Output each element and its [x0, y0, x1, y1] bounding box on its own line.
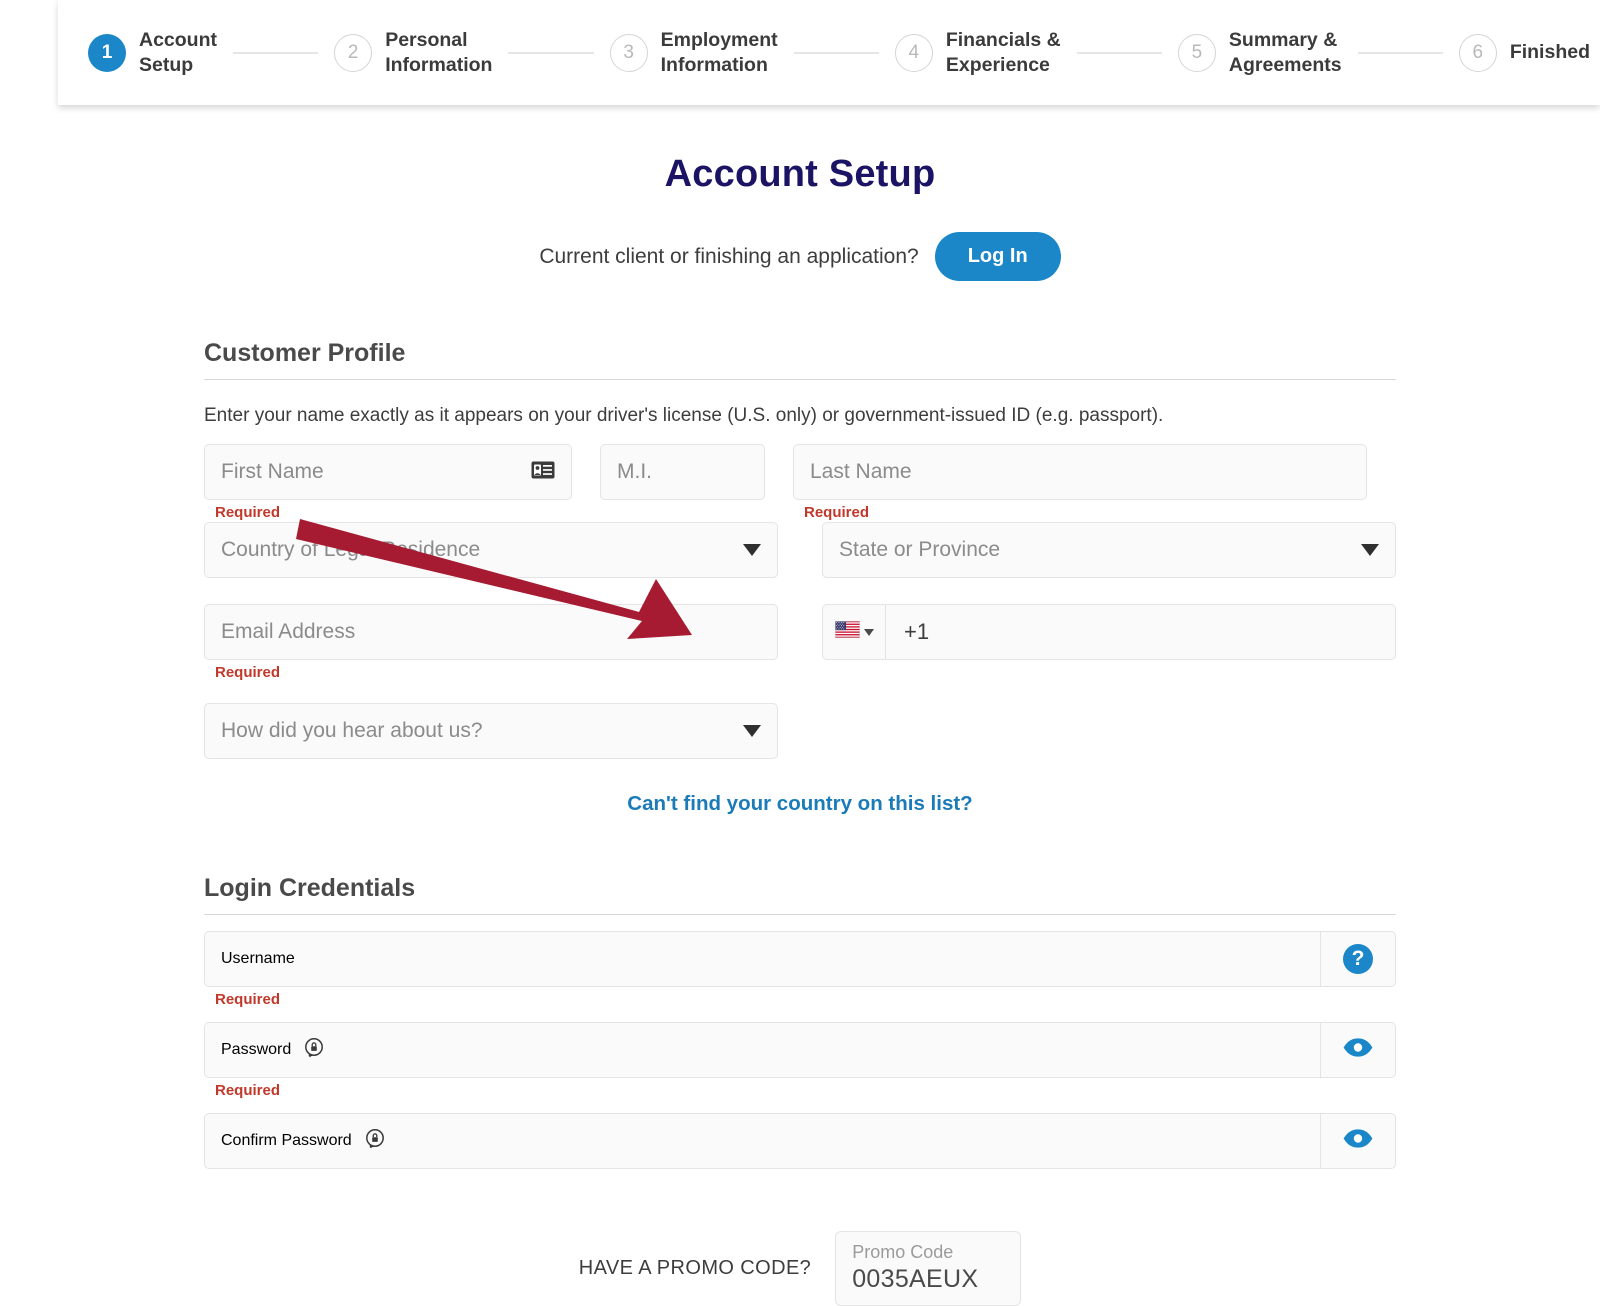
step-5-summary-agreements[interactable]: 5 Summary & Agreements	[1177, 28, 1342, 78]
step-2-personal-information[interactable]: 2 Personal Information	[334, 28, 492, 78]
name-row: First Name Required M.I. Last Name Requi…	[204, 444, 1396, 523]
log-in-button[interactable]: Log In	[934, 232, 1061, 281]
step-connector-1	[233, 51, 319, 54]
email-required-label: Required	[215, 664, 281, 681]
step-1-number: 1	[88, 33, 126, 72]
first-name-field[interactable]: First Name	[204, 444, 572, 500]
country-of-legal-residence-select[interactable]: Country of Legal Residence	[204, 522, 778, 578]
password-manager-icon[interactable]	[364, 1128, 386, 1155]
step-2-label: Personal Information	[385, 28, 493, 76]
promo-code-label[interactable]: HAVE A PROMO CODE?	[579, 1257, 811, 1280]
referral-row: How did you hear about us?	[204, 703, 1396, 759]
chevron-down-icon	[1361, 544, 1379, 556]
password-field[interactable]: Password	[204, 1022, 1320, 1078]
username-required-label: Required	[215, 991, 281, 1008]
password-row: Password	[204, 1022, 1396, 1078]
step-3-label: Employment Information	[660, 28, 778, 76]
chevron-down-icon	[743, 725, 761, 737]
residence-row: Country of Legal Residence State or Prov…	[204, 522, 1396, 578]
promo-code-value: 0035AEUX	[852, 1265, 979, 1293]
progress-stepper: 1 Account Setup 2 Personal Information 3…	[58, 0, 1600, 105]
first-name-required-label: Required	[215, 504, 281, 521]
last-name-placeholder: Last Name	[810, 460, 912, 483]
phone-number-field[interactable]: +1	[885, 604, 1396, 660]
login-credentials-heading: Login Credentials	[204, 874, 1396, 915]
login-prompt-text: Current client or finishing an applicati…	[539, 244, 919, 268]
customer-profile-helper-text: Enter your name exactly as it appears on…	[204, 405, 1164, 426]
chevron-down-icon	[863, 628, 874, 636]
country-code-select[interactable]	[822, 604, 885, 660]
how-did-you-hear-select[interactable]: How did you hear about us?	[204, 703, 778, 759]
step-3-employment-information[interactable]: 3 Employment Information	[609, 28, 778, 78]
username-field[interactable]: Username	[204, 931, 1320, 987]
step-connector-4	[1076, 51, 1162, 54]
promo-code-caption: Promo Code	[852, 1242, 954, 1262]
id-card-icon[interactable]	[531, 461, 555, 484]
email-placeholder: Email Address	[221, 620, 356, 643]
how-did-you-hear-placeholder: How did you hear about us?	[221, 719, 483, 742]
step-5-number: 5	[1177, 33, 1216, 72]
cant-find-country-link[interactable]: Can't find your country on this list?	[204, 792, 1396, 816]
step-4-financials-experience[interactable]: 4 Financials & Experience	[894, 28, 1061, 78]
step-4-number: 4	[894, 33, 933, 72]
toggle-password-visibility-button[interactable]	[1320, 1022, 1396, 1078]
confirm-password-row: Confirm Password	[204, 1113, 1396, 1169]
username-help-button[interactable]: ?	[1320, 931, 1396, 987]
password-placeholder: Password	[221, 1041, 292, 1058]
password-group: Password Required	[204, 1006, 1396, 1099]
toggle-confirm-password-visibility-button[interactable]	[1320, 1113, 1396, 1169]
step-6-number: 6	[1458, 33, 1497, 72]
page-body: Account Setup Current client or finishin…	[0, 105, 1600, 1306]
step-1-label: Account Setup	[139, 28, 217, 76]
confirm-password-field[interactable]: Confirm Password	[204, 1113, 1320, 1169]
step-3-number: 3	[609, 33, 648, 72]
last-name-field[interactable]: Last Name	[793, 444, 1367, 500]
confirm-password-group: Confirm Password	[204, 1097, 1396, 1169]
step-connector-2	[508, 51, 594, 54]
eye-icon	[1342, 1128, 1374, 1154]
chevron-down-icon	[743, 544, 761, 556]
login-prompt-row: Current client or finishing an applicati…	[0, 232, 1600, 281]
step-4-label: Financials & Experience	[945, 28, 1061, 76]
contact-row: Email Address Required +1	[204, 604, 1396, 681]
first-name-placeholder: First Name	[221, 460, 324, 483]
step-6-label: Finished	[1509, 41, 1590, 63]
middle-initial-placeholder: M.I.	[617, 460, 652, 483]
phone-number-group: +1	[822, 604, 1396, 660]
step-2-number: 2	[334, 33, 373, 72]
step-5-label: Summary & Agreements	[1228, 28, 1342, 76]
last-name-required-label: Required	[804, 504, 870, 521]
eye-icon	[1342, 1037, 1374, 1063]
state-or-province-select[interactable]: State or Province	[822, 522, 1396, 578]
confirm-password-placeholder: Confirm Password	[221, 1132, 352, 1149]
username-row: Username ?	[204, 931, 1396, 987]
country-placeholder: Country of Legal Residence	[221, 538, 481, 561]
step-1-account-setup[interactable]: 1 Account Setup	[88, 28, 217, 78]
step-connector-3	[793, 51, 879, 54]
question-mark-icon: ?	[1343, 944, 1373, 974]
step-connector-5	[1357, 51, 1443, 54]
middle-initial-spacer	[600, 500, 765, 523]
customer-profile-heading: Customer Profile	[204, 339, 1396, 380]
step-6-finished[interactable]: 6 Finished	[1458, 33, 1590, 72]
us-flag-icon	[834, 621, 860, 643]
username-group: Username ? Required	[204, 915, 1396, 1008]
form-container: Customer Profile Enter your name exactly…	[204, 339, 1396, 1306]
email-address-field[interactable]: Email Address	[204, 604, 778, 660]
username-placeholder: Username	[221, 950, 295, 967]
state-placeholder: State or Province	[839, 538, 1001, 561]
middle-initial-field[interactable]: M.I.	[600, 444, 765, 500]
password-required-label: Required	[215, 1082, 281, 1099]
page-title: Account Setup	[664, 153, 936, 195]
password-manager-icon[interactable]	[303, 1037, 325, 1064]
